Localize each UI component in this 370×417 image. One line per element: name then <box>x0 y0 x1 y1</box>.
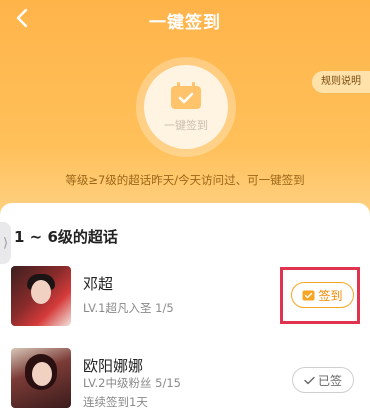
sign-all-button-halo: 一键签到 <box>136 57 236 157</box>
calendar-check-icon <box>171 82 201 109</box>
sign-in-label: 签到 <box>318 288 343 303</box>
sign-all-label: 一键签到 <box>164 119 208 132</box>
sign-streak: 连续签到1天 <box>83 395 148 409</box>
topic-avatar[interactable] <box>11 348 71 408</box>
section-title: 1 ~ 6级的超话 <box>14 228 118 246</box>
side-panel-handle[interactable]: ⟩ <box>0 222 11 264</box>
sign-all-button[interactable]: 一键签到 <box>144 65 228 149</box>
topic-level-info: LV.2中级粉丝 5/15 <box>83 376 181 390</box>
topic-level-info: LV.1超凡入圣 1/5 <box>83 301 174 315</box>
topic-name: 邓超 <box>83 275 114 293</box>
header: 一键签到 <box>0 0 370 40</box>
sign-all-description: 等级≥7级的超话昨天/今天访问过、可一键签到 <box>65 173 305 187</box>
avatar-face <box>31 280 51 304</box>
topic-avatar[interactable] <box>11 266 71 326</box>
signed-button[interactable]: 已签 <box>292 367 354 393</box>
check-icon <box>304 376 315 384</box>
page-title: 一键签到 <box>149 13 221 33</box>
calendar-check-icon <box>302 290 315 301</box>
rules-button[interactable]: 规则说明 <box>312 71 370 93</box>
sign-in-button[interactable]: 签到 <box>291 282 354 308</box>
avatar-face <box>32 362 52 386</box>
chevron-right-icon: ⟩ <box>2 235 9 251</box>
topic-name: 欧阳娜娜 <box>83 357 144 375</box>
signed-label: 已签 <box>317 373 342 388</box>
